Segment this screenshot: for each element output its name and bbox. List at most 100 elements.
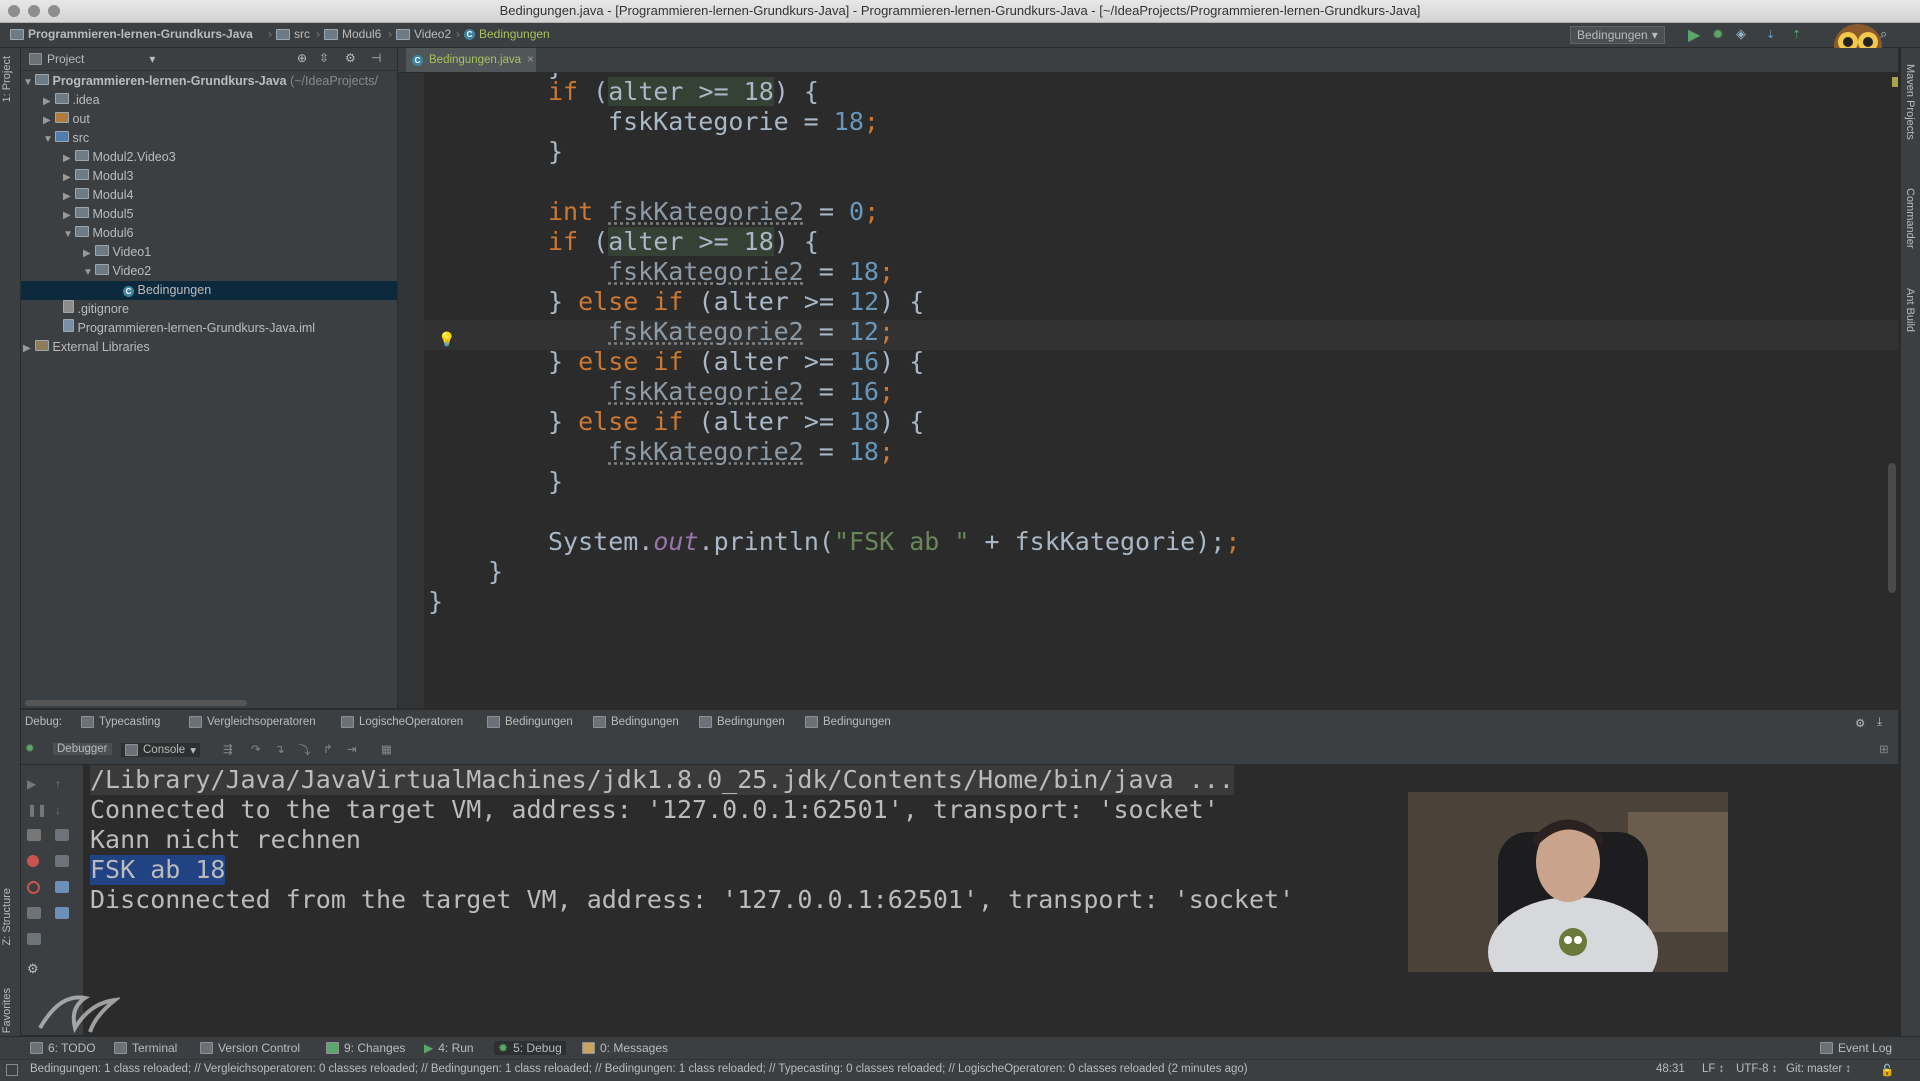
status-message: Bedingungen: 1 class reloaded; // Vergle… <box>30 1063 1248 1075</box>
collapse-icon[interactable]: ⇳ <box>319 51 329 65</box>
tab-changes[interactable]: 9: Changes <box>326 1041 405 1055</box>
tab-debugger[interactable]: Debugger <box>53 743 112 755</box>
tab-todo[interactable]: 6: TODO <box>30 1041 96 1055</box>
console-output[interactable]: /Library/Java/JavaVirtualMachines/jdk1.8… <box>84 765 1898 1035</box>
console-line: Kann nicht rechnen <box>90 825 361 854</box>
tab-console[interactable]: Console ▾ <box>121 743 200 757</box>
tab-terminal[interactable]: Terminal <box>114 1041 177 1055</box>
close-tab-icon[interactable]: × <box>527 48 534 72</box>
gear-icon[interactable]: ⚙ <box>345 51 356 65</box>
breadcrumb-project[interactable]: Programmieren-lernen-Grundkurs-Java <box>10 27 253 41</box>
tab-run[interactable]: ▶ 4: Run <box>424 1041 474 1055</box>
tree-item-modul5[interactable]: ▶ Modul5 <box>21 205 397 224</box>
editor-scrollbar[interactable] <box>1888 463 1896 593</box>
tree-item-idea[interactable]: ▶ .idea <box>21 91 397 110</box>
tab-maven-projects[interactable]: Maven Projects <box>1904 64 1916 140</box>
tab-version-control[interactable]: Version Control <box>200 1041 300 1055</box>
tree-item-src[interactable]: ▼ src <box>21 129 397 148</box>
debug-icon[interactable]: ✹ <box>1712 26 1724 43</box>
git-branch-selector[interactable]: Git: master ↕ <box>1786 1063 1851 1075</box>
view-breakpoints-icon[interactable] <box>27 855 39 867</box>
tab-project[interactable]: 1: Project <box>1 56 13 102</box>
step-into-icon[interactable]: ↴ <box>275 742 285 756</box>
run-icon[interactable]: ▶ <box>1688 25 1700 45</box>
tab-debug-typecasting[interactable]: Typecasting <box>81 716 160 728</box>
inspection-status-icon[interactable] <box>1892 77 1898 87</box>
tree-item-video2[interactable]: ▼ Video2 <box>21 262 397 281</box>
code-editor[interactable]: 💡 } if (alter >= 18) { fskKategorie = 18… <box>398 73 1898 708</box>
lock-icon[interactable]: 🔓 <box>1880 1063 1894 1077</box>
rerun-icon[interactable]: ✹ <box>25 741 35 755</box>
editor-gutter <box>398 73 424 708</box>
tree-item-project-root[interactable]: ▼ Programmieren-lernen-Grundkurs-Java (~… <box>21 72 397 91</box>
watermark-logo-icon <box>38 995 120 1034</box>
mute-breakpoints-icon[interactable] <box>27 881 40 894</box>
print-icon[interactable] <box>55 881 69 893</box>
tab-debug-bedingungen[interactable]: Bedingungen <box>487 716 573 728</box>
vcs-update-icon[interactable]: ⇣ <box>1766 28 1775 41</box>
editor-tab-bar: C Bedingungen.java × <box>398 48 1898 73</box>
tab-messages[interactable]: 0: Messages <box>582 1041 668 1055</box>
event-log-button[interactable]: Event Log <box>1820 1041 1892 1055</box>
horizontal-scrollbar[interactable] <box>25 700 247 706</box>
scroll-to-end-icon[interactable] <box>55 855 69 867</box>
tree-item-bedingungen[interactable]: C Bedingungen <box>21 281 397 300</box>
encoding-selector[interactable]: UTF-8 ↕ <box>1736 1063 1778 1075</box>
clear-all-icon[interactable] <box>55 907 69 919</box>
vcs-commit-icon[interactable]: ⇡ <box>1792 28 1801 41</box>
scroll-down-icon[interactable]: ↓ <box>55 803 69 817</box>
tree-item-modul6[interactable]: ▼ Modul6 <box>21 224 397 243</box>
gear-icon[interactable]: ⚙ <box>1855 716 1865 730</box>
restore-layout-icon[interactable] <box>27 933 41 945</box>
run-configuration-dropdown[interactable]: Bedingungen ▾ <box>1570 26 1665 44</box>
tab-ant-build[interactable]: Ant Build <box>1904 288 1916 332</box>
run-to-cursor-icon[interactable]: ⇥ <box>347 742 357 756</box>
breadcrumb-src[interactable]: › src <box>268 27 310 41</box>
tree-item-iml[interactable]: Programmieren-lernen-Grundkurs-Java.iml <box>21 319 397 338</box>
tab-debug-logischeoperatoren[interactable]: LogischeOperatoren <box>341 716 463 728</box>
tab-debug-bedingungen[interactable]: Bedingungen <box>593 716 679 728</box>
tab-structure[interactable]: Z: Structure <box>1 888 13 945</box>
step-out-icon[interactable]: ↱ <box>323 742 333 756</box>
tab-debug-vergleichsoperatoren[interactable]: Vergleichsoperatoren <box>189 716 316 728</box>
coverage-icon[interactable]: ◈ <box>1736 26 1746 42</box>
tab-debug-bedingungen[interactable]: Bedingungen <box>699 716 785 728</box>
restore-layout-icon[interactable]: ⊞ <box>1879 742 1889 756</box>
evaluate-expression-icon[interactable]: ▦ <box>381 742 392 756</box>
breadcrumb-modul6[interactable]: › Modul6 <box>316 27 381 41</box>
project-view-dropdown[interactable]: Project ▾ <box>29 52 155 66</box>
hide-panel-icon[interactable]: ⤓ <box>1877 716 1882 729</box>
tree-item-gitignore[interactable]: .gitignore <box>21 300 397 319</box>
tree-item-modul2-video3[interactable]: ▶ Modul2.Video3 <box>21 148 397 167</box>
get-thread-dump-icon[interactable] <box>27 907 41 919</box>
excluded-folder-icon <box>55 112 69 123</box>
hide-panel-icon[interactable]: ⊣ <box>371 51 381 65</box>
lightbulb-icon[interactable]: 💡 <box>438 331 455 348</box>
breadcrumb-bedingungen[interactable]: › C Bedingungen <box>456 27 550 41</box>
force-step-into-icon[interactable]: ⤵ <box>299 742 311 758</box>
resume-icon[interactable]: ▶ <box>27 777 41 791</box>
soft-wrap-icon[interactable] <box>55 829 69 841</box>
tab-commander[interactable]: Commander <box>1904 188 1916 249</box>
show-execution-point-icon[interactable]: ⇶ <box>223 742 233 756</box>
tab-debug[interactable]: ✹ 5: Debug <box>494 1041 566 1055</box>
tree-item-out[interactable]: ▶ out <box>21 110 397 129</box>
tree-item-video1[interactable]: ▶ Video1 <box>21 243 397 262</box>
scroll-up-icon[interactable]: ↑ <box>55 777 69 791</box>
breadcrumb-video2[interactable]: › Video2 <box>388 27 451 41</box>
tab-bedingungen-java[interactable]: C Bedingungen.java × <box>406 48 536 72</box>
settings-icon[interactable]: ⚙ <box>27 961 41 976</box>
stop-icon[interactable] <box>27 829 41 841</box>
tree-item-modul3[interactable]: ▶ Modul3 <box>21 167 397 186</box>
locate-icon[interactable]: ⊕ <box>297 51 307 65</box>
project-panel-header: Project ▾ ⊕ ⇳ ⚙ ⊣ <box>21 48 397 71</box>
tree-item-modul4[interactable]: ▶ Modul4 <box>21 186 397 205</box>
line-separator-selector[interactable]: LF ↕ <box>1702 1063 1724 1075</box>
caret-position[interactable]: 48:31 <box>1656 1063 1685 1075</box>
library-icon <box>35 340 49 351</box>
tab-debug-bedingungen[interactable]: Bedingungen <box>805 716 891 728</box>
tree-item-external-libraries[interactable]: ▶ External Libraries <box>21 338 397 357</box>
toggle-tool-windows-icon[interactable] <box>6 1064 18 1076</box>
pause-icon[interactable]: ❚❚ <box>27 803 47 817</box>
step-over-icon[interactable]: ↷ <box>251 742 261 756</box>
